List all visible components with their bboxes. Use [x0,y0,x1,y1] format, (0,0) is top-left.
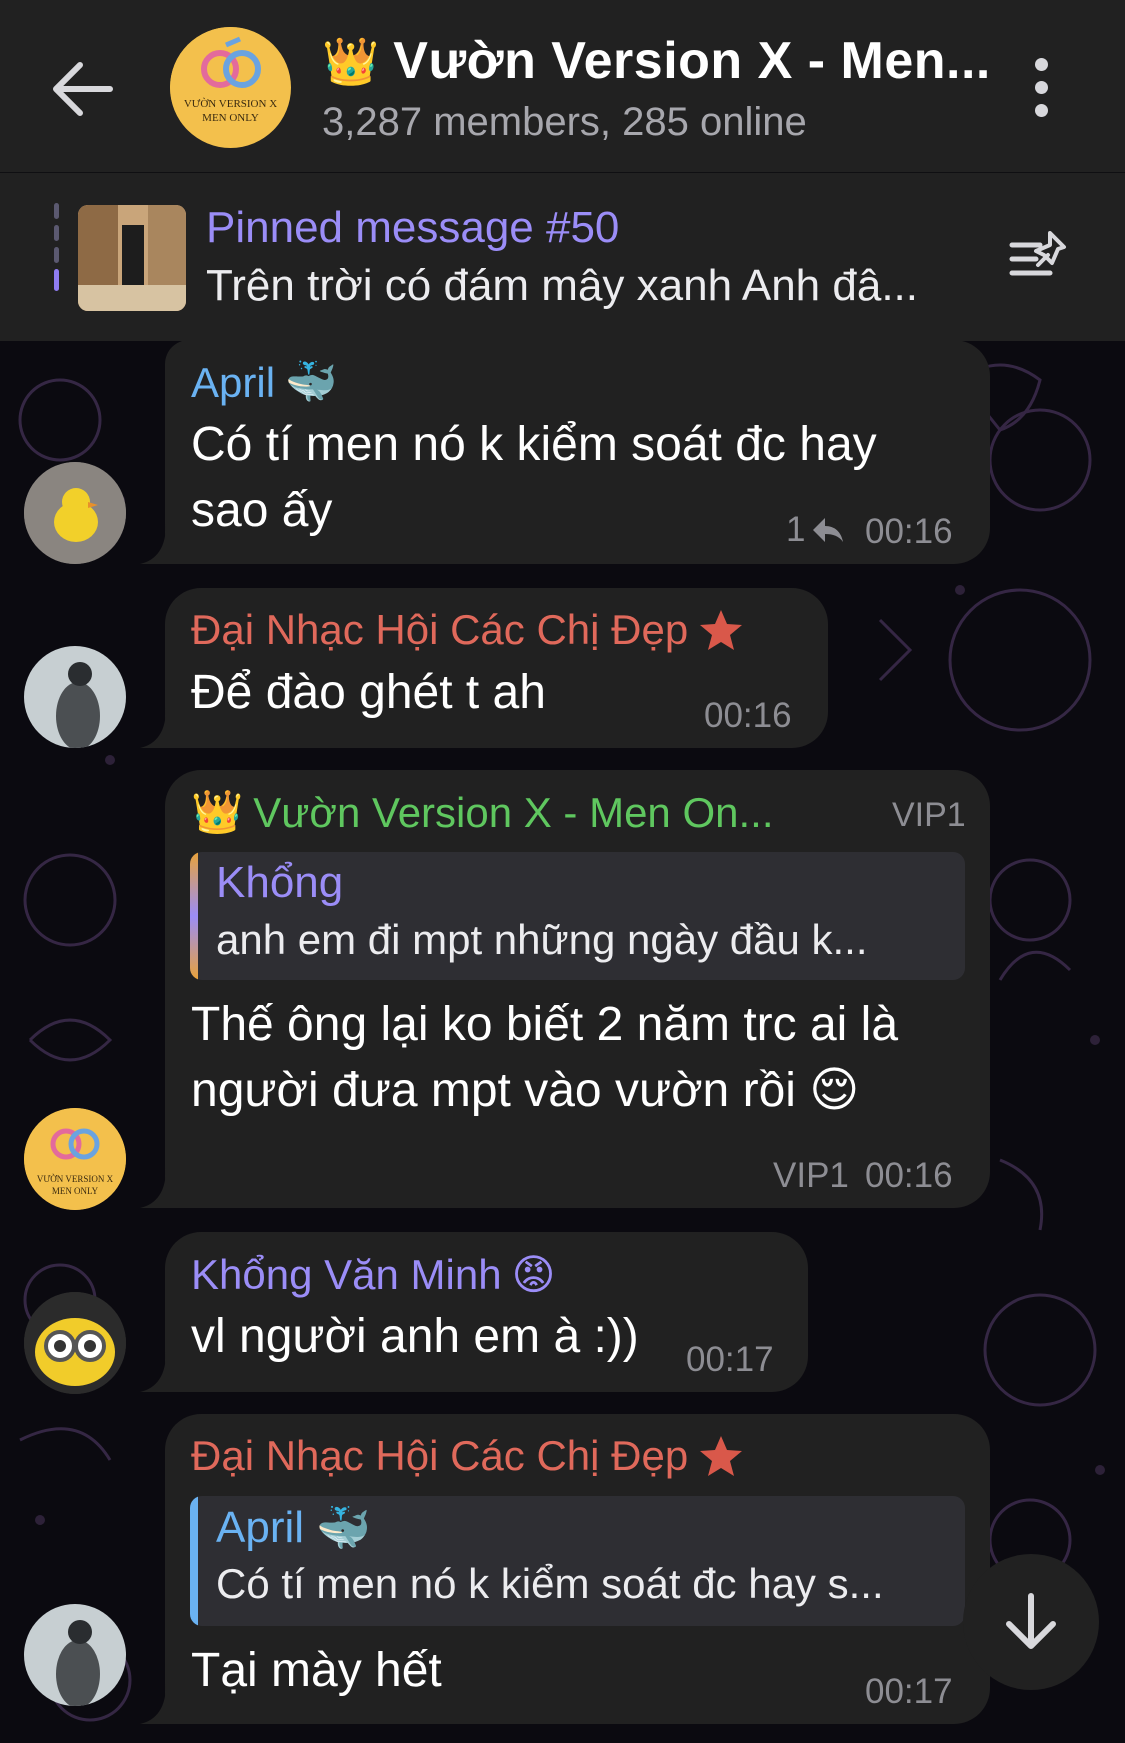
message-text: Tại mày hết [191,1644,442,1697]
svg-text:VƯỜN VERSION X: VƯỜN VERSION X [37,1174,114,1184]
message-3[interactable]: VƯỜN VERSION X MEN ONLY 👑 Vườn Version X … [0,770,1125,1210]
whale-emoji-icon: 🐳 [316,1504,371,1553]
crown-icon: 👑 [322,35,380,87]
chat-header: VƯỜN VERSION X MEN ONLY 👑 Vườn Version X… [0,0,1125,172]
message-4[interactable]: Khổng Văn Minh 😡 vl người anh em à :)) 0… [0,1232,1125,1394]
group-logo-icon [170,27,290,147]
crown-emoji-icon: 👑 [191,788,244,835]
message-text: Thế ông lại ko biết 2 năm trc ai là ngườ… [191,992,898,1124]
pinned-title: Pinned message #50 [206,203,620,252]
pinned-message-bar[interactable]: Pinned message #50 Trên trời có đám mây … [0,172,1125,341]
pinned-thumbnail [78,205,186,311]
reply-arrow-icon [813,518,844,542]
arrow-down-icon [1006,1593,1056,1649]
message-text: Để đào ghét t ah [191,666,546,719]
message-text: vl người anh em à :)) [191,1310,639,1363]
message-time: 00:17 [686,1340,774,1379]
reply-preview[interactable]: Khổng anh em đi mpt những ngày đầu k... [190,852,965,980]
reply-count[interactable]: 1 [786,510,845,550]
rank-badge: VIP1 [892,796,966,834]
chat-title: Vườn Version X - Men... [393,32,991,90]
avatar-group-admin[interactable]: VƯỜN VERSION X MEN ONLY [24,1108,126,1210]
sender-name[interactable]: Khổng Văn Minh 😡 [191,1250,555,1299]
pin-list-icon[interactable] [1006,225,1072,289]
reply-bar [190,1496,198,1626]
message-time: 00:16 [865,1156,953,1195]
avatar-dai-nhac-hoi[interactable] [24,646,126,748]
chat-subtitle: 3,287 members, 285 online [322,100,807,144]
avatar-text-line2: MEN ONLY [202,112,259,124]
message-text: Có tí men nó k kiểm soát đc hay sao ấy [191,418,877,537]
star-icon [700,1436,743,1476]
group-avatar[interactable]: VƯỜN VERSION X MEN ONLY [170,27,291,148]
bubble-tail [140,1168,180,1208]
avatar-dai-nhac-hoi[interactable] [24,1604,126,1706]
scroll-to-bottom-button[interactable] [963,1554,1099,1690]
message-time: 00:16 [865,512,953,551]
bubble-tail [140,1352,180,1392]
message-1[interactable]: April 🐳 Có tí men nó k kiểm soát đc hay … [0,340,1125,570]
svg-text:MEN ONLY: MEN ONLY [52,1186,99,1196]
reply-text: Có tí men nó k kiểm soát đc hay s... [216,1560,884,1607]
bubble-tail [140,524,180,564]
avatar-april[interactable] [24,462,126,564]
angry-keyboard-emoji-icon: 😡 [511,1251,556,1298]
pinned-indicator [54,203,59,309]
reply-preview[interactable]: April 🐳 Có tí men nó k kiểm soát đc hay … [190,1496,965,1626]
sender-name[interactable]: Đại Nhạc Hội Các Chị Đẹp [191,606,744,654]
message-time: 00:17 [865,1672,953,1711]
reply-bar [190,852,198,980]
bubble-tail [140,708,180,748]
reply-name: April 🐳 [216,1503,371,1553]
avatar-khong-van-minh[interactable] [24,1292,126,1394]
whale-emoji-icon: 🐳 [285,358,338,405]
sender-name[interactable]: 👑 Vườn Version X - Men On... [191,788,774,837]
avatar-text-line1: VƯỜN VERSION X [183,98,278,110]
star-icon [700,610,743,650]
message-2[interactable]: Đại Nhạc Hội Các Chị Đẹp Để đào ghét t a… [0,588,1125,748]
message-5[interactable]: Đại Nhạc Hội Các Chị Đẹp April 🐳 Có tí m… [0,1414,1125,1730]
rank-footer: VIP1 [773,1156,849,1195]
pinned-text: Trên trời có đám mây xanh Anh đâ... [206,261,918,310]
relieved-face-emoji: 😌 [809,1064,860,1117]
more-menu-icon[interactable] [1020,58,1062,122]
sender-name[interactable]: April 🐳 [191,358,337,407]
message-time: 00:16 [704,696,792,735]
chat-title-row[interactable]: 👑 Vườn Version X - Men... [322,28,991,94]
reply-name: Khổng [216,858,344,907]
bubble-tail [140,1684,180,1724]
reply-text: anh em đi mpt những ngày đầu k... [216,916,868,963]
sender-name[interactable]: Đại Nhạc Hội Các Chị Đẹp [191,1432,744,1480]
back-arrow-icon[interactable] [46,52,120,126]
